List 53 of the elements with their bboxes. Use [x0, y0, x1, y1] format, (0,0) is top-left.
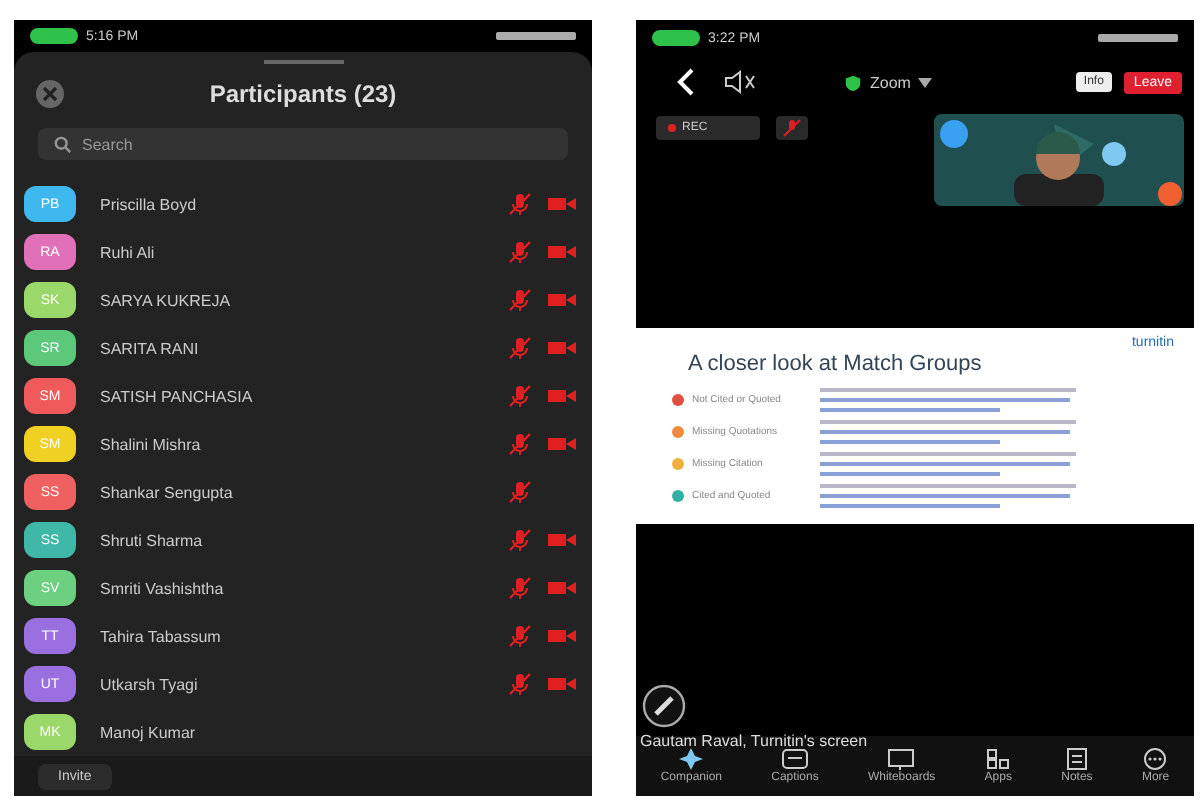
video-off-icon[interactable]: [548, 340, 576, 356]
participant-name: SARYA KUKREJA: [100, 291, 231, 309]
participant-name: Shalini Mishra: [100, 435, 201, 453]
participant-name: Ruhi Ali: [100, 243, 155, 261]
video-off-icon[interactable]: [548, 244, 576, 260]
muted-mic-icon[interactable]: [508, 432, 532, 456]
muted-mic-icon[interactable]: [508, 288, 532, 312]
speaker-icon[interactable]: [724, 70, 756, 94]
participant-name: Manoj Kumar: [100, 723, 196, 741]
search-field[interactable]: Search: [38, 128, 568, 160]
shield-icon: [844, 73, 862, 91]
video-off-icon[interactable]: [548, 436, 576, 452]
participant-name: Shruti Sharma: [100, 531, 203, 549]
whiteboard-icon: [888, 748, 915, 770]
video-off-icon[interactable]: [548, 628, 576, 644]
captions-icon: [781, 748, 808, 770]
muted-mic-icon[interactable]: [508, 336, 532, 360]
muted-mic-icon[interactable]: [508, 624, 532, 648]
video-off-icon[interactable]: [548, 532, 576, 548]
annotate-icon[interactable]: [642, 684, 686, 728]
participant-name: Smriti Vashishtha: [100, 579, 224, 597]
participant-name: Shankar Sengupta: [100, 483, 233, 501]
participant-name: SATISH PANCHASIA: [100, 387, 253, 405]
video-off-icon[interactable]: [548, 580, 576, 596]
muted-mic-icon[interactable]: [508, 480, 532, 504]
video-off-icon[interactable]: [548, 292, 576, 308]
video-off-icon[interactable]: [548, 196, 576, 212]
slide-title: A closer look at Match Groups: [688, 352, 984, 376]
apps-icon: [985, 748, 1012, 770]
participant-name: SARITA RANI: [100, 339, 199, 357]
video-off-icon[interactable]: [548, 676, 576, 692]
back-icon[interactable]: [676, 68, 696, 96]
meeting-title[interactable]: Zoom: [844, 73, 933, 91]
more-icon: [1142, 748, 1169, 770]
sparkle-icon: [678, 748, 705, 770]
muted-mic-icon[interactable]: [508, 528, 532, 552]
close-icon[interactable]: [34, 78, 66, 110]
muted-mic-icon[interactable]: [776, 116, 808, 140]
call-pill[interactable]: [652, 30, 700, 46]
panel-title: Participants (23): [209, 80, 397, 108]
muted-mic-icon[interactable]: [508, 192, 532, 216]
participant-name: Priscilla Boyd: [100, 195, 197, 213]
screen-caption: Gautam Raval, Turnitin's screen: [640, 732, 868, 750]
muted-mic-icon[interactable]: [508, 384, 532, 408]
muted-mic-icon[interactable]: [508, 240, 532, 264]
participant-name: Utkarsh Tyagi: [100, 675, 198, 693]
muted-mic-icon[interactable]: [508, 576, 532, 600]
call-pill[interactable]: [30, 28, 78, 44]
participant-name: Tahira Tabassum: [100, 627, 221, 645]
video-off-icon[interactable]: [548, 388, 576, 404]
caret-icon: [918, 77, 933, 87]
notes-icon: [1063, 748, 1090, 770]
muted-mic-icon[interactable]: [508, 672, 532, 696]
